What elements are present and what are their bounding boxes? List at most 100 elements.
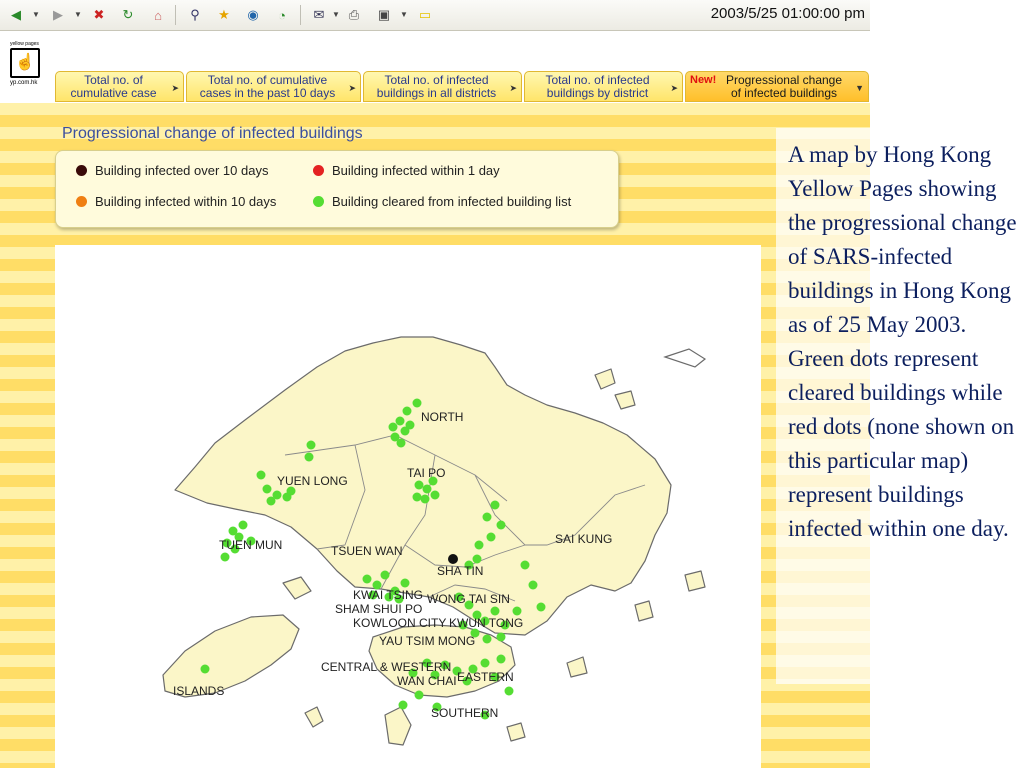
- new-badge: New!: [690, 74, 717, 86]
- tab-label: Total no. of infected buildings in all d…: [376, 72, 497, 100]
- district-label-tai-po: TAI PO: [407, 466, 445, 480]
- discuss-icon[interactable]: ▭: [415, 5, 435, 25]
- edit-icon[interactable]: ▣: [374, 5, 394, 25]
- district-label-wong-tai-sin: WONG TAI SIN: [427, 592, 510, 606]
- cleared-building-dot: [482, 512, 492, 522]
- toolbar-separator: [175, 5, 176, 25]
- cleared-building-dot: [520, 560, 530, 570]
- cleared-building-dot: [472, 554, 482, 564]
- cleared-building-dot: [262, 484, 272, 494]
- cleared-building-dot: [504, 686, 514, 696]
- cleared-building-dot: [486, 532, 496, 542]
- district-label-kowloon-city: KOWLOON CITY: [353, 616, 446, 630]
- chevron-down-icon: ▼: [855, 83, 864, 93]
- orange-dot-icon: [76, 196, 87, 207]
- home-icon[interactable]: ⌂: [148, 5, 168, 25]
- tab-past-10-days[interactable]: Total no. of cumulative cases in the pas…: [186, 71, 361, 102]
- history-icon[interactable]: ◔: [272, 5, 292, 25]
- yellow-pages-logo[interactable]: yellow pages ☝ yp.com.hk: [10, 41, 40, 86]
- legend-label: Building infected over 10 days: [95, 163, 269, 178]
- cleared-building-dot: [306, 440, 316, 450]
- legend-item: Building infected within 1 day: [313, 163, 500, 178]
- cleared-building-dot: [238, 520, 248, 530]
- back-icon[interactable]: ◀: [6, 5, 26, 25]
- cleared-building-dot: [266, 496, 276, 506]
- cheung-chau-island: [304, 706, 324, 728]
- datetime-display: 2003/5/25 01:00:00 pm: [710, 5, 865, 22]
- district-label-islands: ISLANDS: [173, 684, 224, 698]
- red-dot-icon: [313, 165, 324, 176]
- cleared-building-dot: [200, 664, 210, 674]
- sai-kung-islet: [684, 570, 706, 592]
- legend-item: Building infected over 10 days: [76, 163, 268, 178]
- po-toi-islet: [506, 722, 526, 742]
- legend-label: Building cleared from infected building …: [332, 194, 572, 209]
- cleared-building-dot: [496, 520, 506, 530]
- map-legend: Building infected over 10 days Building …: [55, 150, 619, 228]
- forward-icon[interactable]: ▶: [48, 5, 68, 25]
- mail-icon[interactable]: ✉: [309, 5, 329, 25]
- district-label-sai-kung: SAI KUNG: [555, 532, 612, 546]
- logo-bottom-text: yp.com.hk: [10, 80, 38, 86]
- cleared-building-dot: [496, 632, 506, 642]
- district-label-eastern: EASTERN: [457, 670, 514, 684]
- tab-label: Progressional change of infected buildin…: [725, 72, 843, 100]
- chevron-right-icon: ➤: [509, 83, 517, 93]
- cleared-building-dot: [396, 438, 406, 448]
- tab-all-districts[interactable]: Total no. of infected buildings in all d…: [363, 71, 522, 102]
- cleared-building-dot: [412, 398, 422, 408]
- browser-toolbar: ◀ ▼ ▶ ▼ ✖ ↻ ⌂ ⚲ ★ ◉ ◔ ✉ ▼ ⎙ ▣ ▼ ▭ 2003/5…: [0, 0, 870, 31]
- print-icon[interactable]: ⎙: [344, 5, 364, 25]
- search-icon[interactable]: ⚲: [185, 5, 205, 25]
- cleared-building-dot: [420, 494, 430, 504]
- walking-fingers-icon: ☝: [10, 48, 40, 78]
- district-label-wan-chai: WAN CHAI: [397, 674, 457, 688]
- chevron-right-icon: ➤: [171, 83, 179, 93]
- cleared-building-dot: [304, 452, 314, 462]
- district-label-yuen-long: YUEN LONG: [277, 474, 348, 488]
- cleared-building-dot: [414, 480, 424, 490]
- infected-over-10-days-dots: [448, 554, 458, 564]
- map-caption: A map by Hong Kong Yellow Pages showing …: [788, 142, 1017, 541]
- green-dot-icon: [313, 196, 324, 207]
- sai-kung-islet: [634, 600, 654, 622]
- media-icon[interactable]: ◉: [243, 5, 263, 25]
- tab-label: Total no. of cumulative cases in the pas…: [199, 72, 336, 100]
- cleared-building-dot: [412, 492, 422, 502]
- district-label-tsuen-wan: TSUEN WAN: [331, 544, 403, 558]
- district-label-kwun-tong: KWUN TONG: [449, 616, 523, 630]
- cleared-building-dot: [528, 580, 538, 590]
- district-label-kwai-tsing: KWAI TSING: [353, 588, 423, 602]
- district-label-sha-tin: SHA TIN: [437, 564, 483, 578]
- cleared-building-dot: [362, 574, 372, 584]
- map-svg: NORTH YUEN LONG TAI PO TUEN MUN TSUEN WA…: [162, 336, 707, 746]
- cleared-building-dot: [398, 700, 408, 710]
- cleared-building-dot: [388, 422, 398, 432]
- mail-dropdown-icon[interactable]: ▼: [332, 10, 340, 19]
- district-label-southern: SOUTHERN: [431, 706, 498, 720]
- cleared-building-dot: [480, 658, 490, 668]
- legend-item: Building cleared from infected building …: [313, 194, 571, 209]
- district-label-central-western: CENTRAL & WESTERN: [321, 660, 451, 674]
- cleared-building-dot: [474, 540, 484, 550]
- cleared-building-dot: [220, 552, 230, 562]
- cleared-building-dot: [402, 406, 412, 416]
- legend-label: Building infected within 1 day: [332, 163, 500, 178]
- district-label-tuen-mun: TUEN MUN: [219, 538, 282, 552]
- edit-dropdown-icon[interactable]: ▼: [400, 10, 408, 19]
- cleared-building-dot: [490, 500, 500, 510]
- tab-progressional-change[interactable]: New! Progressional change of infected bu…: [685, 71, 869, 102]
- cleared-building-dot: [414, 690, 424, 700]
- tung-lung-islet: [566, 656, 588, 678]
- tab-cumulative-case[interactable]: Total no. of cumulative case ➤: [55, 71, 184, 102]
- chevron-right-icon: ➤: [348, 83, 356, 93]
- refresh-icon[interactable]: ↻: [118, 5, 138, 25]
- forward-dropdown-icon[interactable]: ▼: [74, 10, 82, 19]
- favorites-icon[interactable]: ★: [214, 5, 234, 25]
- cleared-building-dot: [405, 420, 415, 430]
- stop-icon[interactable]: ✖: [89, 5, 109, 25]
- back-dropdown-icon[interactable]: ▼: [32, 10, 40, 19]
- web-page: yellow pages ☝ yp.com.hk Total no. of cu…: [0, 31, 870, 768]
- tab-by-district[interactable]: Total no. of infected buildings by distr…: [524, 71, 683, 102]
- district-label-yau-tsim-mong: YAU TSIM MONG: [379, 634, 475, 648]
